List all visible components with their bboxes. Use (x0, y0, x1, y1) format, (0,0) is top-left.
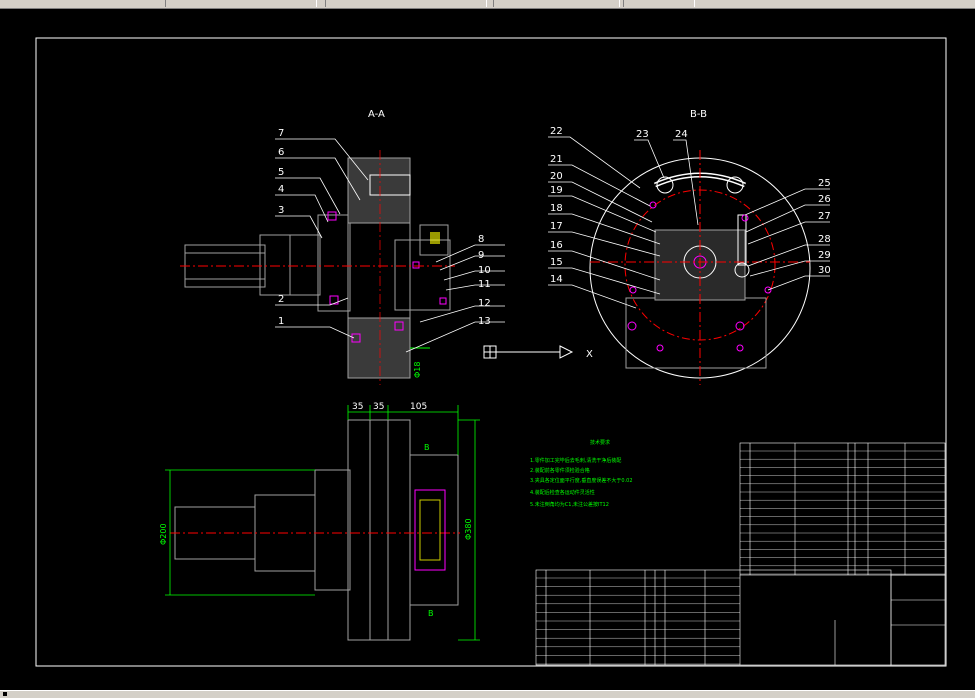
view-aa: A-A Φ18 7 6 5 4 3 2 1 8 9 10 11 12 13 X (180, 109, 593, 385)
callout-label: 16 (550, 240, 563, 251)
note-line: 5.未注倒角均为C1,未注公差按IT12 (530, 501, 609, 508)
callout-label: 7 (278, 128, 284, 139)
dim-left: Φ200 (159, 523, 168, 545)
callout-label: 17 (550, 221, 563, 232)
callout-label: 14 (550, 274, 563, 285)
front-body (347, 419, 411, 641)
status-indicator (3, 692, 7, 696)
callout-label: 13 (478, 316, 491, 327)
callout-label: 28 (818, 234, 831, 245)
view-bb: B-B 22 23 24 21 20 19 18 17 16 15 14 25 … (548, 109, 831, 385)
parts-list-lower (535, 569, 946, 666)
callout-label: 26 (818, 194, 831, 205)
note-line: 2.装配前各零件须检验合格 (530, 467, 590, 474)
callout-label: 1 (278, 316, 284, 327)
callout-label: 9 (478, 250, 484, 261)
callout-label: 11 (478, 279, 491, 290)
note-line: 1.零件加工完毕后去毛刺,清洗干净后装配 (530, 457, 621, 464)
notes-title: 技术要求 (590, 439, 610, 446)
axis-x-label: X (586, 349, 593, 360)
callout-label: 12 (478, 298, 491, 309)
technical-notes: 技术要求 1.零件加工完毕后去毛刺,清洗干净后装配 2.装配前各零件须检验合格 … (530, 439, 633, 508)
callout-label: 2 (278, 294, 284, 305)
callout-label: 18 (550, 203, 563, 214)
callout-label: 23 (636, 129, 649, 140)
note-line: 4.装配后检查各运动件灵活性 (530, 489, 595, 496)
direction-arrow (559, 345, 574, 359)
cad-drawing-canvas[interactable]: A-A Φ18 7 6 5 4 3 2 1 8 9 10 11 12 13 X … (0, 0, 975, 697)
callout-label: 29 (818, 250, 831, 261)
parts-list (739, 442, 946, 576)
section-mark-top: B (424, 443, 430, 452)
callout-label: 10 (478, 265, 491, 276)
dim-top-3: 105 (410, 402, 427, 412)
view-bb-title: B-B (690, 109, 707, 120)
note-line: 3.夹具各定位面平行度,垂直度误差不大于0.02 (530, 477, 633, 484)
dim-top-1: 35 (352, 402, 363, 412)
dim-aa: Φ18 (413, 362, 422, 378)
view-aa-title: A-A (368, 109, 385, 120)
callout-label: 25 (818, 178, 831, 189)
callout-label: 21 (550, 154, 563, 165)
dim-right: Φ380 (464, 518, 473, 540)
parts-list-lower-rows (536, 577, 740, 665)
callout-label: 6 (278, 147, 284, 158)
callout-label: 24 (675, 129, 688, 140)
callout-label: 20 (550, 171, 563, 182)
dim-top-2: 35 (373, 402, 384, 412)
callout-label: 22 (550, 126, 563, 137)
callout-label: 5 (278, 167, 284, 178)
callout-label: 8 (478, 234, 484, 245)
section-mark-bottom: B (428, 609, 434, 618)
callout-label: 19 (550, 185, 563, 196)
view-front: 35 35 105 Φ200 Φ380 B B (159, 402, 480, 641)
callout-label: 4 (278, 184, 284, 195)
callout-label: 27 (818, 211, 831, 222)
callout-label: 15 (550, 257, 563, 268)
parts-list-rows (740, 450, 945, 575)
callout-label: 30 (818, 265, 831, 276)
callout-label: 3 (278, 205, 284, 216)
